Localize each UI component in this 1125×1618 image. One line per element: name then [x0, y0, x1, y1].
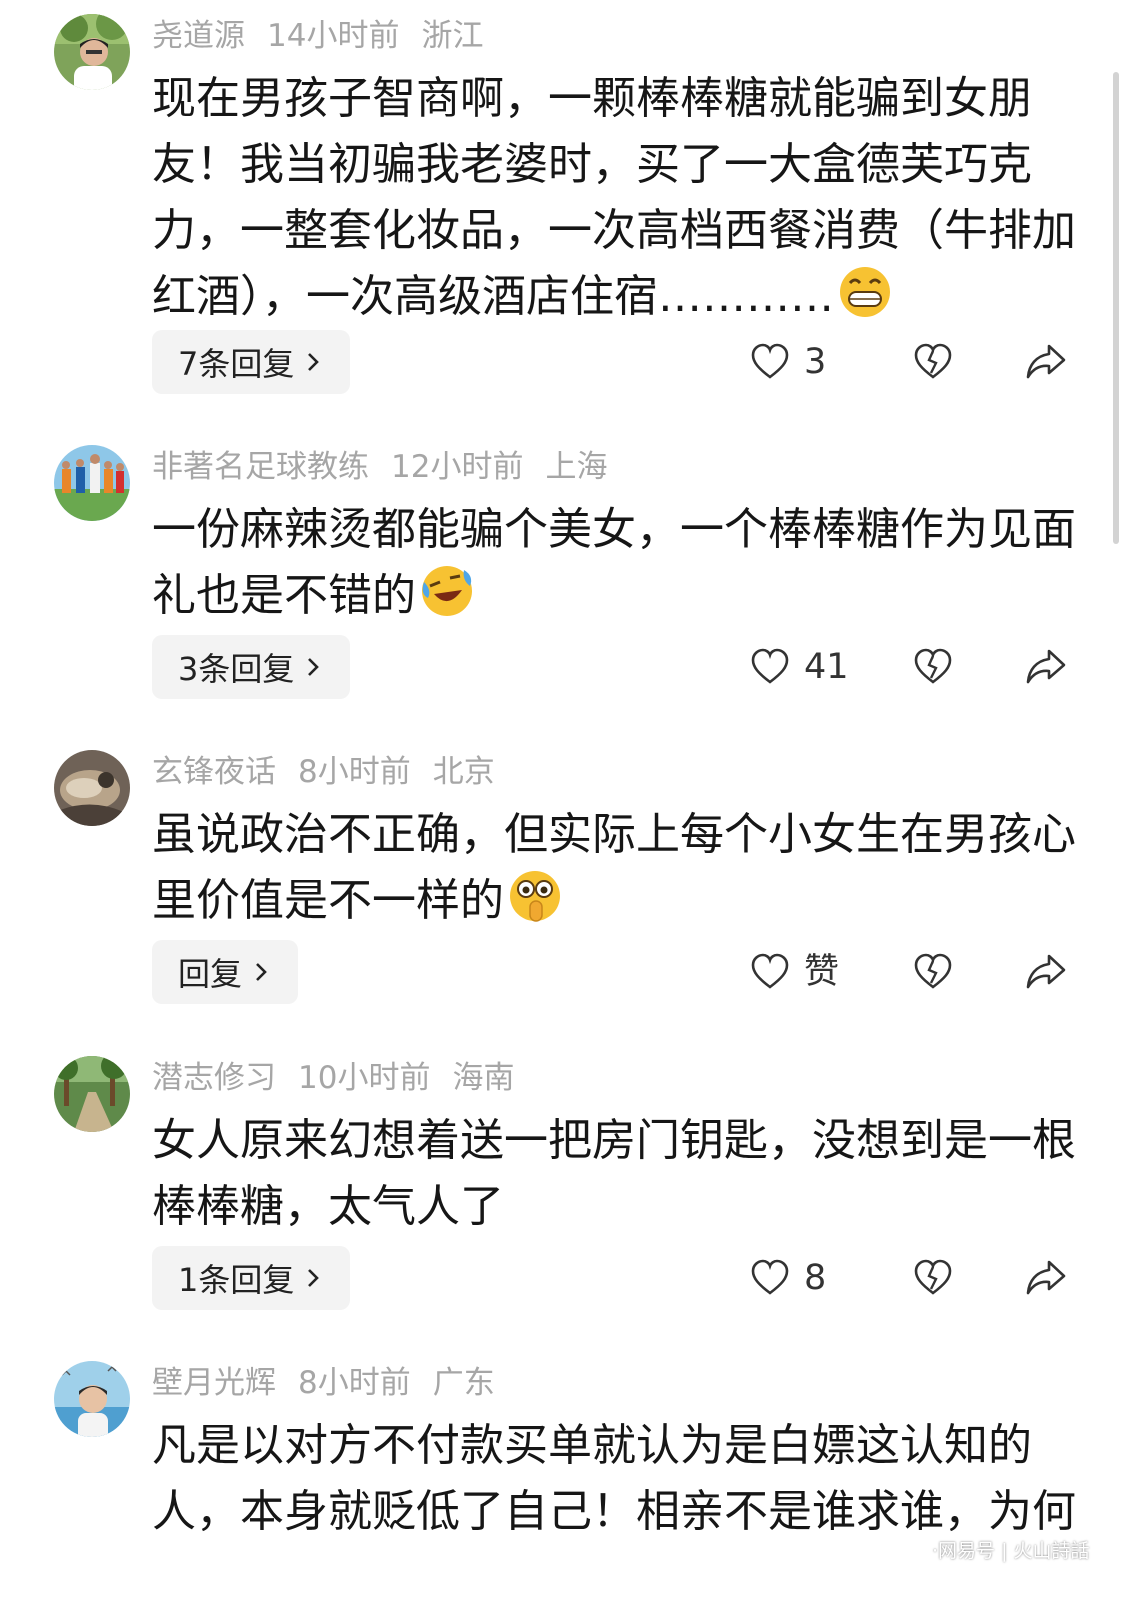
username[interactable]: 壁月光辉: [152, 1365, 276, 1401]
dislike-icon[interactable]: [913, 647, 953, 687]
comment-time: 8小时前: [298, 754, 411, 790]
comment-line: 现在男孩子智商啊，一颗棒棒糖就能骗到女朋: [152, 73, 1032, 124]
view-replies-button[interactable]: 3条回复: [152, 635, 351, 699]
comment-text: 凡是以对方不付款买单就认为是白嫖这认知的 人，本身就贬低了自己！相亲不是谁求谁，…: [152, 1413, 1082, 1545]
comment-actions: 赞: [750, 940, 1080, 1004]
share-icon[interactable]: [1025, 952, 1067, 992]
like-icon[interactable]: [750, 647, 790, 687]
comment-text: 虽说政治不正确，但实际上每个小女生在男孩心 里价值是不一样的: [152, 802, 1082, 934]
chevron-right-icon: [308, 1269, 320, 1287]
like-icon[interactable]: [750, 1258, 790, 1298]
comment-time: 14小时前: [267, 18, 400, 54]
share-icon[interactable]: [1025, 342, 1067, 382]
username[interactable]: 尧道源: [152, 18, 245, 54]
scrollbar[interactable]: [1113, 72, 1119, 544]
comment-line: 棒棒糖，太气人了: [152, 1181, 504, 1232]
comment-location: 海南: [452, 1060, 515, 1096]
comment-line: 女人原来幻想着送一把房门钥匙，没想到是一根: [152, 1115, 1076, 1166]
dislike-icon[interactable]: [913, 1258, 953, 1298]
avatar[interactable]: [54, 1361, 130, 1437]
grin-emoji: [840, 267, 890, 317]
like-icon[interactable]: [750, 342, 790, 382]
comment-meta: 非著名足球教练 12小时前 上海: [152, 447, 629, 487]
share-icon[interactable]: [1025, 647, 1067, 687]
username[interactable]: 非著名足球教练: [152, 449, 369, 485]
comment-text: 女人原来幻想着送一把房门钥匙，没想到是一根 棒棒糖，太气人了: [152, 1108, 1082, 1240]
reply-button[interactable]: 回复: [152, 940, 299, 1004]
comment-item: 非著名足球教练 12小时前 上海 一份麻辣烫都能骗个美女，一个棒棒糖作为见面 礼也是…: [0, 445, 1100, 715]
like-count: 赞: [804, 952, 840, 992]
view-replies-button[interactable]: 1条回复: [152, 1246, 351, 1310]
username[interactable]: 玄锋夜话: [152, 754, 276, 790]
comment-location: 浙江: [421, 18, 484, 54]
reply-count-label: 7条回复: [178, 345, 295, 383]
shocked-emoji: [510, 871, 560, 922]
watermark: ·网易号 | 火山詩話: [932, 1540, 1090, 1562]
like-count: 3: [804, 342, 827, 382]
username[interactable]: 潜志修习: [152, 1060, 276, 1096]
comment-item: 壁月光辉 8小时前 广东 凡是以对方不付款买单就认为是白嫖这认知的 人，本身就贬低了…: [0, 1361, 1100, 1618]
comment-time: 10小时前: [298, 1060, 431, 1096]
like-icon[interactable]: [750, 952, 790, 992]
like-count: 41: [804, 647, 849, 687]
avatar[interactable]: [54, 14, 130, 90]
comment-item: 玄锋夜话 8小时前 北京 虽说政治不正确，但实际上每个小女生在男孩心 里价值是不一样…: [0, 750, 1100, 1020]
view-replies-button[interactable]: 7条回复: [152, 330, 351, 394]
comment-line: 凡是以对方不付款买单就认为是白嫖这认知的: [152, 1420, 1032, 1471]
comment-item: 潜志修习 10小时前 海南 女人原来幻想着送一把房门钥匙，没想到是一根 棒棒糖，太气…: [0, 1056, 1100, 1326]
chevron-right-icon: [308, 658, 320, 676]
comment-location: 上海: [545, 449, 608, 485]
dislike-icon[interactable]: [913, 952, 953, 992]
comment-text: 一份麻辣烫都能骗个美女，一个棒棒糖作为见面 礼也是不错的: [152, 497, 1082, 629]
comment-actions: 8: [750, 1246, 1080, 1310]
comment-line: 礼也是不错的: [152, 570, 416, 621]
comment-line: 力，一整套化妆品，一次高档西餐消费（牛排加: [152, 205, 1076, 256]
laugh-cry-emoji: [422, 566, 472, 616]
reply-count-label: 1条回复: [178, 1261, 295, 1299]
comment-time: 12小时前: [391, 449, 524, 485]
comment-location: 广东: [432, 1365, 495, 1401]
comment-line: 里价值是不一样的: [152, 875, 504, 926]
comment-meta: 壁月光辉 8小时前 广东: [152, 1363, 517, 1403]
avatar[interactable]: [54, 445, 130, 521]
comment-actions: 3: [750, 330, 1080, 394]
reply-count-label: 3条回复: [178, 650, 295, 688]
comment-location: 北京: [432, 754, 495, 790]
comment-text: 现在男孩子智商啊，一颗棒棒糖就能骗到女朋 友！我当初骗我老婆时，买了一大盒德芙巧…: [152, 66, 1082, 330]
comment-line: 一份麻辣烫都能骗个美女，一个棒棒糖作为见面: [152, 504, 1076, 555]
avatar[interactable]: [54, 750, 130, 826]
comment-meta: 尧道源 14小时前 浙江: [152, 16, 505, 56]
comment-time: 8小时前: [298, 1365, 411, 1401]
reply-label: 回复: [178, 955, 243, 993]
comment-actions: 41: [750, 635, 1080, 699]
comment-line: 友！我当初骗我老婆时，买了一大盒德芙巧克: [152, 139, 1032, 190]
comment-item: 尧道源 14小时前 浙江 现在男孩子智商啊，一颗棒棒糖就能骗到女朋 友！我当初骗我老…: [0, 14, 1100, 414]
comment-meta: 玄锋夜话 8小时前 北京: [152, 752, 517, 792]
share-icon[interactable]: [1025, 1258, 1067, 1298]
chevron-right-icon: [308, 353, 320, 371]
avatar[interactable]: [54, 1056, 130, 1132]
comment-line: 虽说政治不正确，但实际上每个小女生在男孩心: [152, 809, 1076, 860]
comment-line: 红酒），一次高级酒店住宿…………: [152, 271, 834, 322]
like-count: 8: [804, 1258, 827, 1298]
chevron-right-icon: [256, 963, 267, 981]
dislike-icon[interactable]: [913, 342, 953, 382]
comment-meta: 潜志修习 10小时前 海南: [152, 1058, 536, 1098]
